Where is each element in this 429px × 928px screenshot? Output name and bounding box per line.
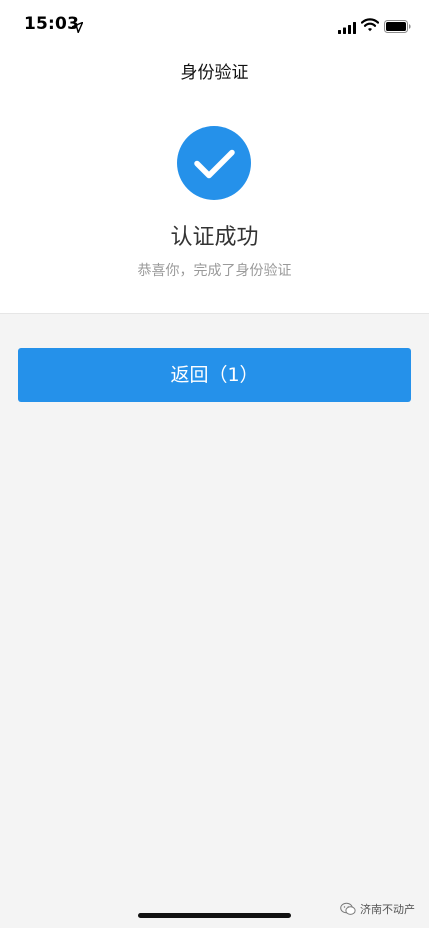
home-indicator[interactable]: [138, 913, 291, 918]
wechat-logo-icon: [340, 902, 356, 915]
status-bar: 15:03: [0, 0, 429, 50]
battery-icon: [384, 18, 411, 33]
result-panel: 15:03 身份验证 认证成功 恭喜你，完成了身份验证: [0, 0, 429, 314]
watermark: 济南不动产: [340, 901, 415, 917]
wifi-icon: [360, 17, 380, 32]
watermark-text: 济南不动产: [360, 903, 415, 916]
success-badge: [177, 126, 251, 200]
cellular-signal-icon: [338, 19, 357, 34]
result-title: 认证成功: [170, 225, 259, 250]
location-arrow-icon: [71, 18, 84, 34]
status-time: 15:03: [24, 14, 80, 34]
result-subtitle: 恭喜你，完成了身份验证: [137, 263, 292, 279]
page-title: 身份验证: [180, 63, 249, 83]
checkmark-icon: [194, 149, 235, 179]
back-button[interactable]: 返回（1）: [18, 348, 411, 402]
